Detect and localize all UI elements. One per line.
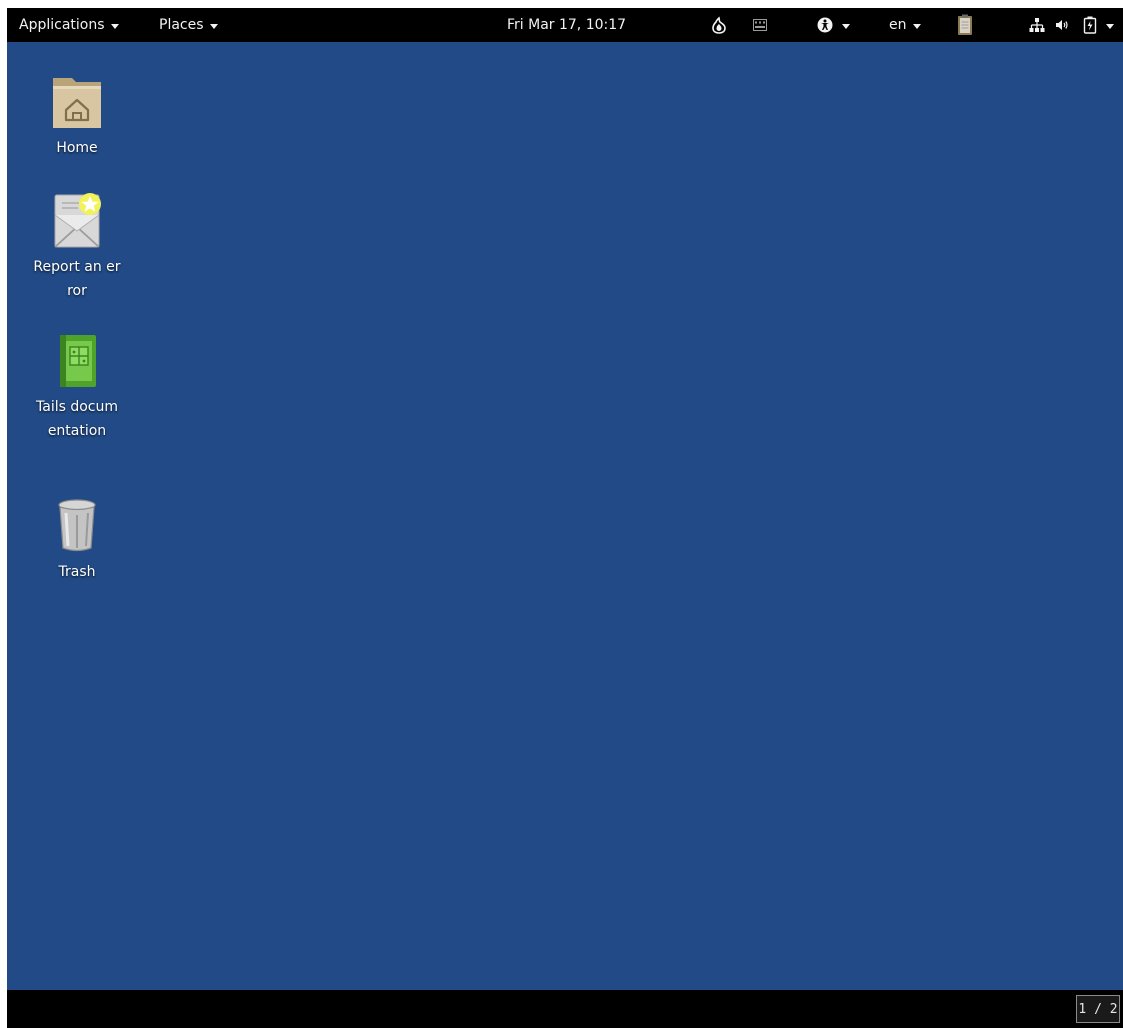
trash-icon <box>58 499 96 552</box>
chevron-down-icon <box>842 23 850 29</box>
tor-status[interactable] <box>712 8 726 42</box>
home-folder-icon <box>53 78 101 128</box>
report-error-icon <box>54 193 101 248</box>
desktop-icon-tails-documentation[interactable]: Tails documentation <box>32 333 122 443</box>
workspace-indicator-label: 1 / 2 <box>1078 1001 1118 1017</box>
workspace-switcher[interactable]: 1 / 2 <box>1076 995 1120 1023</box>
desktop-icon-trash[interactable]: Trash <box>32 498 122 584</box>
clipboard-icon <box>958 14 972 35</box>
chevron-down-icon <box>209 23 218 29</box>
accessibility-icon <box>817 17 833 33</box>
keyboard-layout-label: en <box>889 17 907 33</box>
network-icon <box>1029 18 1045 32</box>
screen-keyboard-icon <box>753 19 767 31</box>
keyboard-layout-menu[interactable]: en <box>889 8 921 42</box>
applications-menu[interactable]: Applications <box>19 8 119 42</box>
battery-icon <box>1083 16 1097 34</box>
accessibility-menu[interactable] <box>817 8 850 42</box>
chevron-down-icon <box>1106 23 1114 29</box>
volume-icon <box>1056 20 1068 30</box>
desktop-icon-report-error[interactable]: Report an error <box>32 191 122 303</box>
bottom-panel: 1 / 2 <box>7 990 1123 1028</box>
desktop-icon-label: Report an error <box>33 259 121 299</box>
system-status-menu[interactable] <box>1029 8 1114 42</box>
places-menu-label: Places <box>159 17 204 33</box>
desktop-screen: Applications Places Fri Mar 17, 10:17 en… <box>7 8 1123 1028</box>
tails-documentation-icon <box>60 335 96 387</box>
clock[interactable]: Fri Mar 17, 10:17 <box>507 8 626 42</box>
clock-label: Fri Mar 17, 10:17 <box>507 17 627 33</box>
chevron-down-icon <box>912 23 921 29</box>
chevron-down-icon <box>110 23 119 29</box>
clipboard-button[interactable] <box>957 8 973 42</box>
applications-menu-label: Applications <box>19 17 105 33</box>
desktop-icon-label: Trash <box>58 564 96 580</box>
tor-onion-icon <box>712 16 726 34</box>
desktop-icon-label: Tails documentation <box>36 399 118 439</box>
top-panel: Applications Places Fri Mar 17, 10:17 en <box>7 8 1123 42</box>
desktop-icon-home[interactable]: Home <box>32 72 122 160</box>
screen-keyboard-button[interactable] <box>753 8 767 42</box>
places-menu[interactable]: Places <box>159 8 218 42</box>
desktop-icon-label: Home <box>56 140 98 156</box>
